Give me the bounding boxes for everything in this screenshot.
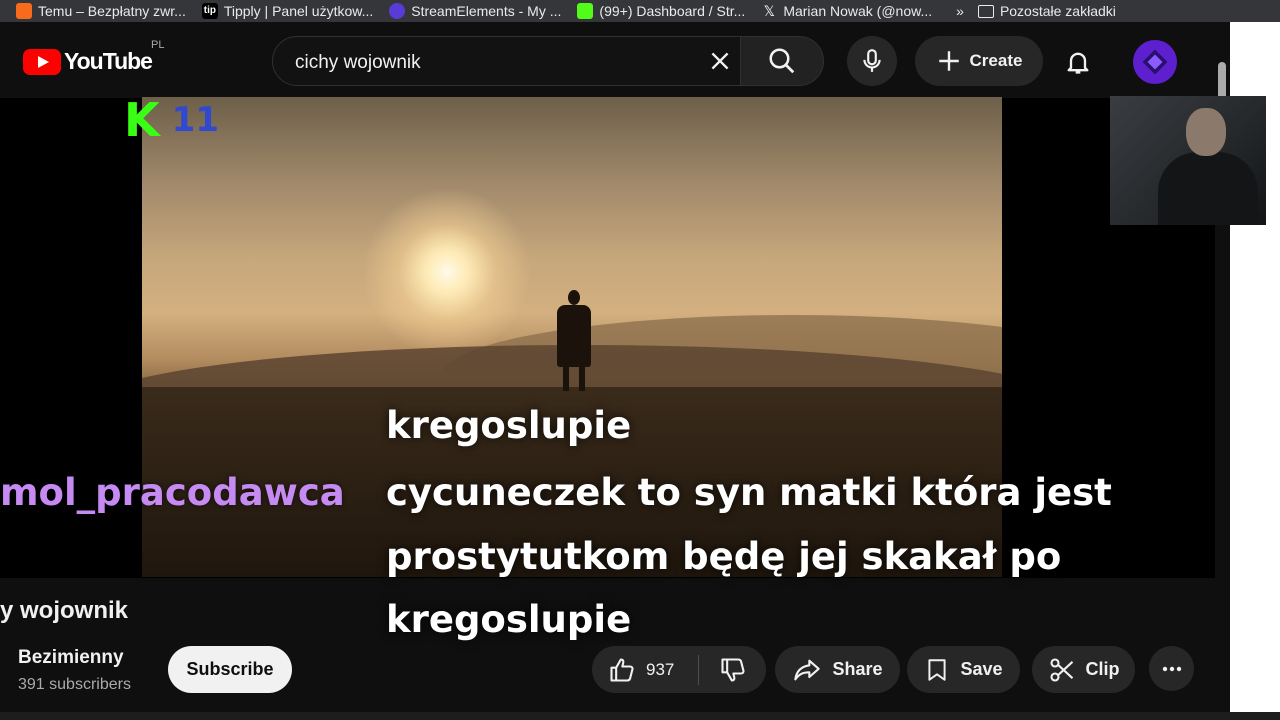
kick-icon — [577, 3, 594, 19]
bottom-edge — [0, 712, 1280, 720]
bell-icon — [1067, 52, 1089, 74]
bookmark-dashboard[interactable]: (99+) Dashboard / Str... — [577, 3, 745, 19]
kick-viewer-badge: K 11 — [124, 93, 219, 147]
like-button[interactable]: 937 — [592, 646, 698, 693]
x-icon: 𝕏 — [763, 3, 775, 19]
search-box[interactable] — [272, 36, 770, 86]
clip-label: Clip — [1085, 659, 1120, 679]
mic-icon — [863, 49, 881, 72]
silhouette-legs — [563, 365, 585, 391]
chat-message-line: kregoslupie — [386, 598, 632, 641]
other-bookmarks-folder[interactable]: Pozostałe zakładki — [977, 3, 1116, 19]
thumbs-up-icon — [610, 657, 634, 682]
silhouette-figure — [557, 305, 591, 367]
streamelements-icon — [389, 3, 406, 19]
create-label: Create — [969, 51, 1023, 70]
more-horizontal-icon — [1162, 666, 1181, 671]
like-count: 937 — [646, 659, 675, 679]
voice-search-button[interactable] — [847, 36, 897, 86]
temu-icon — [16, 3, 32, 19]
channel-name[interactable]: Bezimienny — [18, 647, 124, 669]
folder-label: Pozostałe zakładki — [999, 3, 1116, 19]
dislike-button[interactable] — [699, 646, 766, 693]
notifications-button[interactable] — [1058, 42, 1098, 82]
share-icon — [794, 659, 821, 680]
bookmark-temu[interactable]: Temu – Bezpłatny zwr... — [16, 3, 186, 19]
more-actions-button[interactable] — [1149, 646, 1194, 691]
silhouette-head — [568, 290, 580, 305]
chat-message-line: prostytutkom będę jej skakał po — [386, 535, 1062, 578]
chat-message-line: cycuneczek to syn matki która jest — [386, 471, 1112, 514]
avatar[interactable] — [1133, 40, 1177, 84]
webcam-person-head — [1186, 108, 1226, 156]
country-code: PL — [151, 39, 165, 51]
create-button[interactable]: Create — [915, 36, 1043, 86]
save-label: Save — [960, 659, 1003, 679]
chat-username: mol_pracodawca — [0, 471, 345, 514]
bookmark-streamelements[interactable]: StreamElements - My ... — [389, 3, 561, 19]
bookmark-tipply[interactable]: tip Tipply | Panel użytkow... — [201, 3, 374, 19]
clip-button[interactable]: Clip — [1032, 646, 1135, 693]
search-input[interactable] — [293, 51, 693, 75]
bookmarks-overflow-button[interactable]: » — [956, 3, 964, 19]
avatar-emblem-icon — [1142, 49, 1168, 75]
search-icon — [769, 48, 795, 74]
webcam-overlay — [1110, 96, 1266, 225]
bookmark-label: StreamElements - My ... — [411, 3, 562, 19]
share-button[interactable]: Share — [775, 646, 900, 693]
sun-glow — [362, 187, 532, 357]
like-dislike-group: 937 — [592, 646, 766, 693]
webcam-person-body — [1158, 152, 1258, 225]
search-button[interactable] — [740, 36, 824, 86]
youtube-play-icon — [23, 48, 61, 75]
logo-text: YouTube — [64, 48, 153, 74]
tipply-icon: tip — [201, 3, 218, 19]
chat-message-line: kregoslupie — [386, 404, 632, 447]
bookmark-icon — [928, 658, 947, 681]
bookmark-x[interactable]: 𝕏 Marian Nowak (@now... — [761, 3, 932, 19]
save-button[interactable]: Save — [907, 646, 1020, 693]
kick-logo: K — [124, 93, 160, 147]
viewer-count: 11 — [171, 100, 219, 140]
folder-icon — [977, 4, 994, 18]
youtube-logo[interactable]: YouTube — [23, 48, 153, 75]
bookmark-label: Tipply | Panel użytkow... — [223, 3, 374, 19]
bookmark-label: (99+) Dashboard / Str... — [599, 3, 746, 19]
bookmark-label: Temu – Bezpłatny zwr... — [38, 3, 186, 19]
subscribe-button[interactable]: Subscribe — [168, 646, 292, 693]
youtube-header: YouTube PL Create — [0, 22, 1230, 116]
thumbs-down-icon — [720, 657, 745, 682]
video-title: y wojownik — [0, 597, 129, 624]
close-icon[interactable] — [707, 48, 733, 74]
scissors-icon — [1049, 657, 1073, 682]
bookmark-label: Marian Nowak (@now... — [783, 3, 933, 19]
share-label: Share — [832, 659, 883, 679]
subscriber-count: 391 subscribers — [18, 676, 131, 693]
bookmarks-bar: Temu – Bezpłatny zwr... tip Tipply | Pan… — [0, 0, 1280, 22]
plus-icon — [938, 51, 959, 71]
